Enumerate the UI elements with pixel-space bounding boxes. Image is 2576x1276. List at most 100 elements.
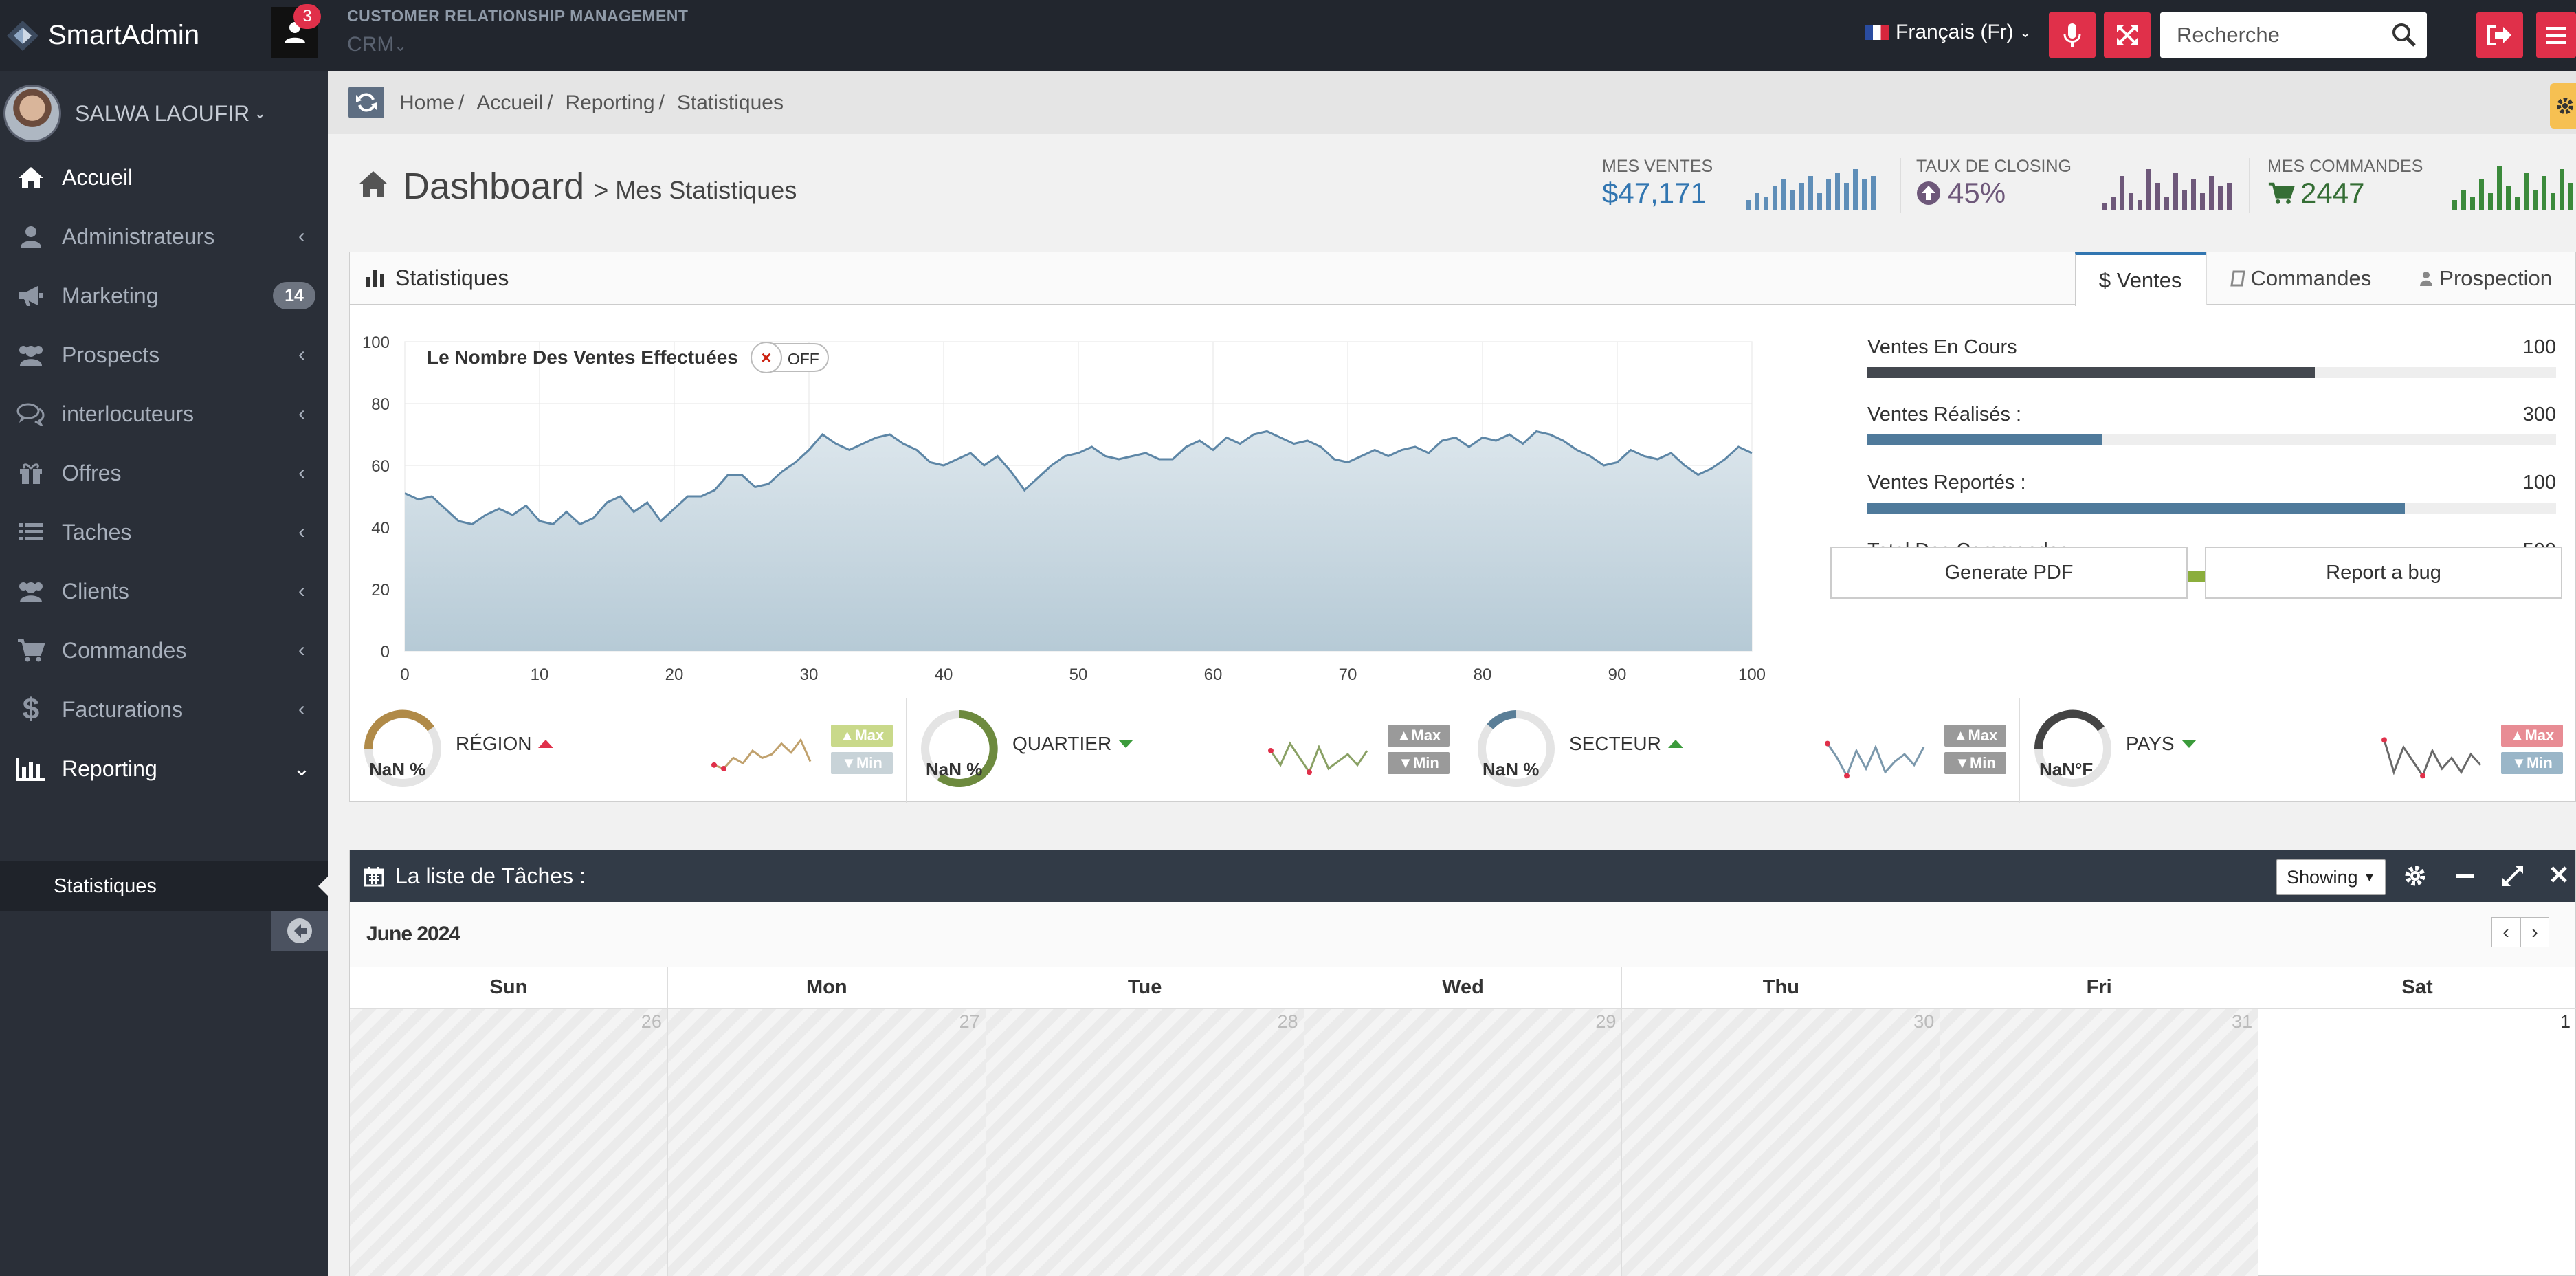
sparkline-point (1844, 773, 1850, 779)
calendar-prev-button[interactable]: ‹ (2491, 917, 2520, 947)
caret-down-icon (1118, 740, 1134, 748)
sidebar-item-prospects[interactable]: Prospects ‹ (0, 325, 328, 384)
refresh-button[interactable] (348, 87, 384, 118)
settings-tab[interactable] (2550, 83, 2576, 129)
avatar (3, 85, 61, 142)
close-icon[interactable] (2549, 864, 2569, 888)
menu-toggle-button[interactable] (2536, 12, 2576, 58)
sidebar-item-reporting[interactable]: Reporting ⌄ (0, 739, 328, 798)
chevron-down-icon: ⌄ (2019, 23, 2032, 41)
language-label: Français (Fr) (1896, 21, 2014, 43)
max-badge: ▲ Max (1388, 725, 1450, 747)
breadcrumb-item[interactable]: Accueil (476, 91, 543, 115)
tab-ventes[interactable]: $ Ventes (2074, 252, 2206, 306)
app-caption: CUSTOMER RELATIONSHIP MANAGEMENT (347, 7, 689, 25)
stat-value-row: 2447 (2267, 177, 2423, 210)
legend-toggle-switch[interactable]: × OFF (750, 342, 829, 373)
x-tick-label: 10 (531, 666, 549, 684)
sparkline-bar (2164, 197, 2169, 210)
max-label: Max (1968, 727, 1998, 744)
day-number: 31 (2232, 1011, 2253, 1032)
sparkline-bar (2191, 179, 2196, 210)
sidebar-item-label: Commandes (62, 637, 187, 663)
calendar-day-cell[interactable]: 1 (2258, 1009, 2576, 1276)
gear-icon[interactable] (2403, 864, 2427, 891)
sidebar-item-label: Accueil (62, 164, 133, 190)
progress-track (1867, 367, 2556, 378)
sidebar-item-label: Taches (62, 519, 132, 544)
sidebar-subitem-statistiques[interactable]: Statistiques (0, 861, 328, 911)
tab-prospection[interactable]: Prospection (2395, 252, 2575, 305)
calendar-day-cell[interactable]: 30 (1622, 1009, 1941, 1276)
stat-commandes: MES COMMANDES 2447 (2267, 157, 2423, 210)
sidebar-item-interlocuteurs[interactable]: interlocuteurs ‹ (0, 384, 328, 443)
logout-button[interactable] (2476, 12, 2523, 58)
calendar-day-cell[interactable]: 29 (1304, 1009, 1623, 1276)
calendar-day-cell[interactable]: 26 (350, 1009, 668, 1276)
sparkline-bar (2111, 197, 2116, 210)
showing-dropdown[interactable]: Showing ▼ (2276, 859, 2386, 895)
sidebar-item-clients[interactable]: Clients ‹ (0, 562, 328, 621)
breadcrumb-item[interactable]: Reporting (565, 91, 654, 115)
max-label: Max (2524, 727, 2555, 744)
sidebar-item-facturations[interactable]: $ Facturations ‹ (0, 680, 328, 739)
sparkline-point (2381, 737, 2387, 743)
day-number: 26 (641, 1011, 662, 1032)
sidebar-item-label: interlocuteurs (62, 401, 195, 426)
minimize-icon[interactable] (2455, 867, 2476, 890)
y-tick-label: 80 (371, 395, 390, 414)
x-tick-label: 60 (1204, 666, 1223, 684)
calendar-toolbar: June 2024 (350, 902, 2575, 967)
day-header-fri: Fri (1940, 967, 2259, 1009)
tab-label: Prospection (2439, 266, 2552, 290)
language-dropdown[interactable]: Français (Fr) ⌄ (1865, 21, 2032, 44)
breadcrumb-item[interactable]: Home (399, 91, 454, 115)
generate-pdf-button[interactable]: Generate PDF (1830, 547, 2188, 599)
dollar-icon: $ (22, 692, 40, 726)
report-bug-button[interactable]: Report a bug (2205, 547, 2562, 599)
user-menu[interactable]: SALWA LAOUFIR ⌄ (0, 82, 267, 145)
min-label: Min (2526, 754, 2553, 771)
smartadmin-logo-icon (7, 21, 38, 51)
sidebar-item-commandes[interactable]: Commandes ‹ (0, 621, 328, 680)
mini-stat-secteur: NaN % SECTEUR ▲ Max ▼ Min (1463, 698, 2020, 803)
chevron-down-icon: ⌄ (254, 104, 267, 122)
mini-label-text: RÉGION (456, 733, 532, 754)
sidebar-item-offres[interactable]: Offres ‹ (0, 443, 328, 503)
commandes-sparkline (2452, 166, 2573, 210)
stat-closing: TAUX DE CLOSING 45% (1916, 157, 2072, 210)
toggle-state: OFF (787, 350, 819, 368)
brand-logo[interactable]: SmartAdmin (4, 18, 199, 52)
sparkline-bar (2515, 197, 2520, 210)
sidebar-item-label: Offres (62, 460, 122, 485)
calendar-day-cell[interactable]: 28 (986, 1009, 1304, 1276)
widget-title: La liste de Tâches : (395, 864, 586, 888)
sidebar-item-administrateurs[interactable]: Administrateurs ‹ (0, 207, 328, 266)
calendar-next-button[interactable]: › (2520, 917, 2549, 947)
minify-sidebar-button[interactable] (271, 911, 328, 951)
sidebar-item-label: Clients (62, 578, 129, 604)
sidebar-item-accueil[interactable]: Accueil (0, 148, 328, 207)
home-icon (359, 171, 388, 197)
sidebar-item-label: Facturations (62, 696, 184, 722)
expand-icon[interactable] (2501, 864, 2524, 891)
refresh-icon (356, 93, 377, 112)
fullscreen-button[interactable] (2104, 12, 2151, 58)
chevron-right-icon: › (2531, 921, 2538, 943)
sidebar-item-marketing[interactable]: Marketing 14 (0, 266, 328, 325)
project-dropdown[interactable]: CRM⌄ (347, 33, 407, 56)
sparkline-bar (2218, 186, 2223, 210)
voice-command-button[interactable] (2049, 12, 2096, 58)
sparkline-bar (2102, 204, 2107, 210)
sparkline-bar (2497, 166, 2502, 210)
sidebar-item-taches[interactable]: Taches ‹ (0, 503, 328, 562)
search-icon[interactable] (2391, 22, 2417, 52)
tab-commandes[interactable]: Commandes (2206, 252, 2395, 305)
progress-ventes-reportes: Ventes Reportés : 100 (1867, 472, 2556, 514)
search-input[interactable] (2177, 23, 2390, 47)
calendar-day-cell[interactable]: 31 (1940, 1009, 2259, 1276)
sparkline-bar (2461, 190, 2466, 210)
gauge-value: NaN°F (2039, 759, 2094, 780)
calendar-day-cell[interactable]: 27 (667, 1009, 986, 1276)
flag-fr-icon (1865, 25, 1889, 40)
